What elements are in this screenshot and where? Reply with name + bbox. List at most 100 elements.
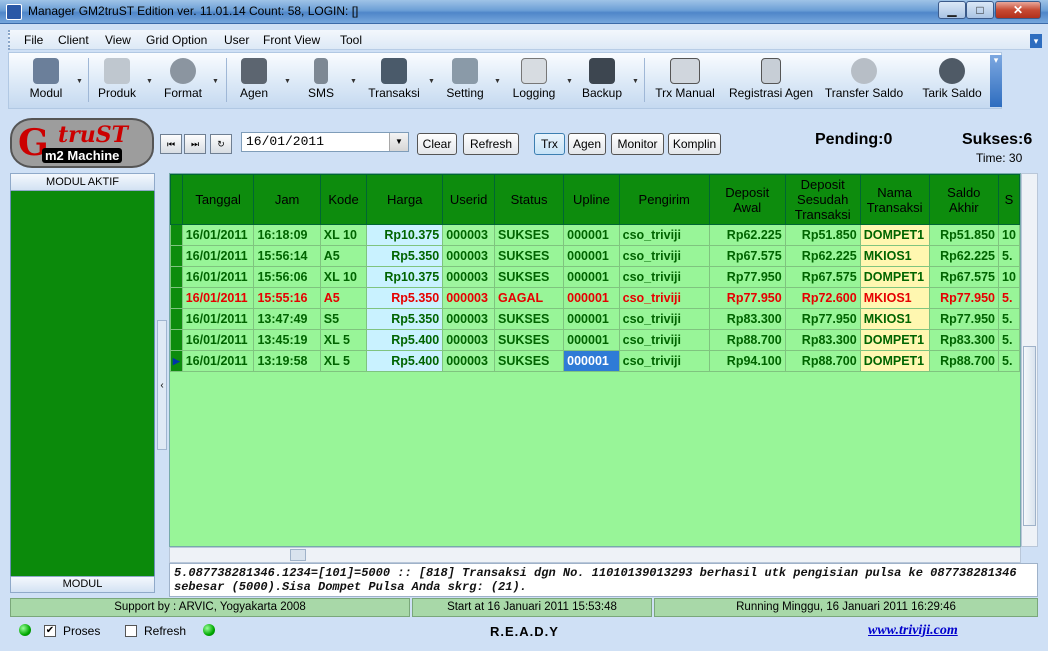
date-picker[interactable]: 16/01/2011 (241, 132, 409, 152)
maximize-button[interactable]: □ (966, 1, 994, 19)
cell-tanggal: 16/01/2011 (181, 287, 255, 309)
cell-nama-transaksi: MKIOS1 (859, 245, 930, 267)
toolbar-setting-button[interactable]: Setting (440, 58, 490, 100)
table-row[interactable]: 16/01/2011 13:45:19 XL 5 Rp5.400 000003 … (170, 329, 1020, 351)
menu-grip[interactable] (8, 30, 12, 50)
menu-user[interactable]: User (224, 33, 249, 47)
logging-dropdown-icon[interactable]: ▼ (566, 78, 573, 85)
menu-view[interactable]: View (105, 33, 131, 47)
col-saldo-akhir[interactable]: Saldo Akhir (928, 174, 1000, 225)
sukses-count: Sukses:6 (962, 131, 1033, 148)
col-harga[interactable]: Harga (366, 174, 444, 225)
minimize-button[interactable]: ▁ (938, 1, 966, 19)
table-row[interactable]: 16/01/2011 16:18:09 XL 10 Rp10.375 00000… (170, 224, 1020, 246)
col-nama-transaksi[interactable]: Nama Transaksi (859, 174, 930, 225)
cell-jam: 13:45:19 (253, 329, 321, 351)
table-row[interactable]: 16/01/2011 13:47:49 S5 Rp5.350 000003 SU… (170, 308, 1020, 330)
menu-front-view[interactable]: Front View (263, 33, 320, 47)
backup-dropdown-icon[interactable]: ▼ (632, 78, 639, 85)
cell-upline: 000001 (563, 308, 620, 330)
table-row[interactable]: 16/01/2011 15:56:06 XL 10 Rp10.375 00000… (170, 266, 1020, 288)
col-userid[interactable]: Userid (442, 174, 495, 225)
table-row[interactable]: 16/01/2011 15:56:14 A5 Rp5.350 000003 SU… (170, 245, 1020, 267)
cell-tanggal: 16/01/2011 (181, 329, 255, 351)
col-status[interactable]: Status (493, 174, 565, 225)
table-row-selected[interactable]: ▶ 16/01/2011 13:19:58 XL 5 Rp5.400 00000… (170, 350, 1020, 372)
col-tanggal[interactable]: Tanggal (181, 174, 255, 225)
produk-dropdown-icon[interactable]: ▼ (146, 78, 153, 85)
col-kode[interactable]: Kode (319, 174, 368, 225)
cell-userid: 000003 (442, 350, 495, 372)
panel-splitter[interactable]: ‹ (157, 320, 167, 450)
toolbar-format-button[interactable]: Format (158, 58, 208, 100)
menu-overflow-icon[interactable]: ▾ (1030, 34, 1042, 48)
first-icon[interactable]: ⏮ (160, 134, 182, 154)
close-button[interactable]: ✕ (995, 1, 1041, 19)
message-log[interactable]: 5.087738281346.1234=[101]=5000 :: [818] … (169, 563, 1038, 597)
cell-nama-transaksi: DOMPET1 (859, 266, 930, 288)
cell-tanggal: 16/01/2011 (181, 266, 255, 288)
table-row[interactable]: 16/01/2011 15:55:16 A5 Rp5.350 000003 GA… (170, 287, 1020, 309)
col-deposit-awal[interactable]: Deposit Awal (708, 174, 786, 225)
horizontal-scrollbar[interactable] (169, 547, 1021, 563)
menu-tool[interactable]: Tool (340, 33, 362, 47)
cell-deposit-awal: Rp83.300 (708, 308, 786, 330)
toolbar-modul-button[interactable]: Modul (18, 58, 74, 100)
cell-nama-transaksi: DOMPET1 (859, 224, 930, 246)
menu-client[interactable]: Client (58, 33, 89, 47)
toolbar-overflow-icon[interactable]: ▾ (990, 55, 1002, 107)
last-icon[interactable]: ⏭ (184, 134, 206, 154)
trx-button[interactable]: Trx (534, 133, 565, 155)
cell-upline: 000001 (563, 266, 620, 288)
horizontal-scroll-thumb[interactable] (290, 549, 306, 561)
toolbar-trx-manual-button[interactable]: Trx Manual (652, 58, 718, 100)
toolbar-agen-button[interactable]: Agen (232, 58, 276, 100)
agen-button[interactable]: Agen (568, 133, 606, 155)
col-upline[interactable]: Upline (563, 174, 620, 225)
window-title: Manager GM2truST Edition ver. 11.01.14 C… (28, 4, 359, 18)
modul-tab[interactable]: MODUL (10, 576, 155, 593)
app-icon (6, 4, 22, 20)
cell-jam: 15:56:06 (253, 266, 321, 288)
cell-userid: 000003 (442, 308, 495, 330)
setting-dropdown-icon[interactable]: ▼ (494, 78, 501, 85)
proses-checkbox[interactable]: ✔ (44, 625, 56, 637)
toolbar-transfer-saldo-button[interactable]: Transfer Saldo (824, 58, 904, 100)
refresh-button[interactable]: Refresh (463, 133, 519, 155)
transaction-grid[interactable]: Tanggal Jam Kode Harga Userid Status Upl… (169, 173, 1021, 547)
toolbar-logging-button[interactable]: Logging (508, 58, 560, 100)
menu-grid-option[interactable]: Grid Option (146, 33, 207, 47)
agen-dropdown-icon[interactable]: ▼ (284, 78, 291, 85)
cell-upline-focused[interactable]: 000001 (563, 350, 620, 372)
toolbar-transaksi-button[interactable]: Transaksi (364, 58, 424, 100)
cell-tanggal: 16/01/2011 (181, 245, 255, 267)
col-deposit-sesudah[interactable]: Deposit Sesudah Transaksi (784, 174, 861, 225)
vertical-scroll-thumb[interactable] (1023, 346, 1036, 526)
col-pengirim[interactable]: Pengirim (618, 174, 710, 225)
modul-dropdown-icon[interactable]: ▼ (76, 78, 83, 85)
transaksi-dropdown-icon[interactable]: ▼ (428, 78, 435, 85)
refresh-checkbox[interactable] (125, 625, 137, 637)
vertical-scrollbar[interactable] (1021, 173, 1038, 547)
title-bar: Manager GM2truST Edition ver. 11.01.14 C… (0, 0, 1048, 24)
format-dropdown-icon[interactable]: ▼ (212, 78, 219, 85)
toolbar-produk-button[interactable]: Produk (92, 58, 142, 100)
chevron-down-icon[interactable]: ▼ (389, 133, 408, 151)
pending-count: Pending:0 (815, 131, 893, 148)
row-indicator-header (170, 174, 183, 225)
col-jam[interactable]: Jam (253, 174, 321, 225)
website-link[interactable]: www.triviji.com (868, 623, 958, 639)
monitor-button[interactable]: Monitor (611, 133, 664, 155)
reload-icon[interactable]: ↻ (210, 134, 232, 154)
cell-harga: Rp5.350 (366, 245, 444, 267)
menu-file[interactable]: File (24, 33, 43, 47)
toolbar-sms-button[interactable]: SMS (298, 58, 344, 100)
sms-dropdown-icon[interactable]: ▼ (350, 78, 357, 85)
toolbar-registrasi-agen-button[interactable]: Registrasi Agen (726, 58, 816, 100)
col-s[interactable]: S (998, 174, 1020, 225)
clear-button[interactable]: Clear (417, 133, 457, 155)
toolbar-backup-button[interactable]: Backup (578, 58, 626, 100)
toolbar-tarik-saldo-button[interactable]: Tarik Saldo (918, 58, 986, 100)
cell-jam: 15:55:16 (253, 287, 321, 309)
komplin-button[interactable]: Komplin (668, 133, 721, 155)
